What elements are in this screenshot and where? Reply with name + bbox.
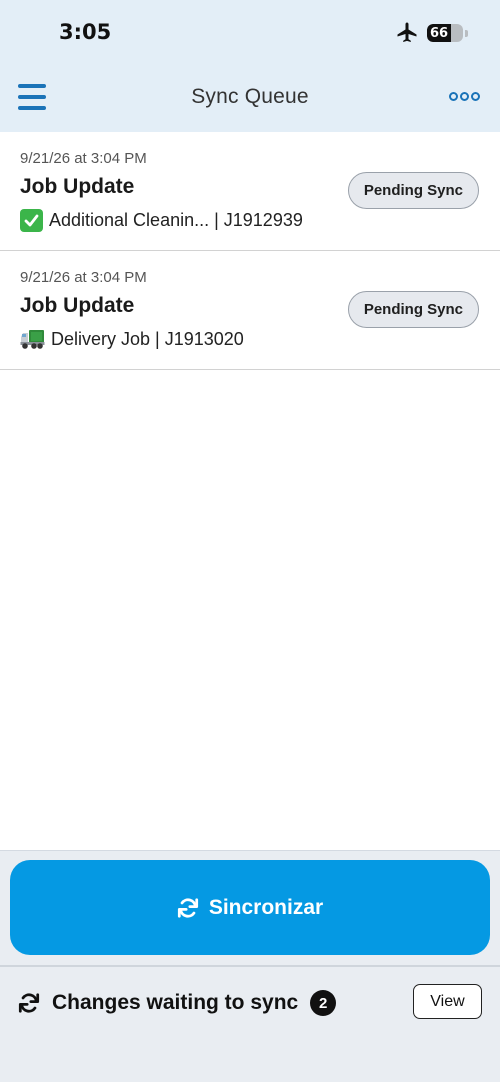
status-badge: Pending Sync (347, 291, 479, 328)
status-time: 3:05 (59, 20, 112, 44)
item-title: Job Update (20, 175, 135, 198)
sync-icon (177, 897, 198, 918)
page-title: Sync Queue (191, 85, 309, 108)
more-options-icon[interactable] (449, 92, 480, 101)
battery-indicator: 66 (427, 24, 463, 42)
sync-status-row: Changes waiting to sync 2 View (18, 984, 482, 1019)
delivery-truck-icon (20, 330, 45, 349)
list-item[interactable]: 9/21/26 at 3:04 PM Job Update Additional… (0, 132, 500, 251)
sync-button[interactable]: Sincronizar (10, 860, 490, 955)
item-subtitle: Delivery Job | J1913020 (51, 328, 244, 349)
sync-status-text: Changes waiting to sync (52, 991, 299, 1014)
battery-level: 66 (430, 25, 449, 41)
sync-button-label: Sincronizar (208, 895, 324, 919)
divider (0, 965, 500, 967)
top-bar: 3:05 66 Sync Queue (0, 0, 500, 132)
battery-tip (465, 29, 468, 37)
status-icons: 66 (395, 21, 468, 45)
item-subtitle: Additional Cleanin... | J1912939 (49, 210, 303, 230)
item-subtitle-row: Delivery Job | J1913020 (20, 328, 244, 350)
list-item[interactable]: 9/21/26 at 3:04 PM Job Update Delivery J… (0, 251, 500, 370)
sync-icon (18, 993, 40, 1013)
item-date: 9/21/26 at 3:04 PM (20, 150, 147, 167)
item-date: 9/21/26 at 3:04 PM (20, 269, 147, 286)
status-badge: Pending Sync (347, 172, 479, 209)
item-title: Job Update (20, 294, 135, 317)
check-mark-icon (20, 209, 43, 232)
sync-queue-list: 9/21/26 at 3:04 PM Job Update Additional… (0, 132, 500, 370)
nav-bar: Sync Queue (0, 72, 500, 122)
view-button[interactable]: View (413, 984, 482, 1019)
airplane-icon (397, 22, 417, 42)
item-subtitle-row: Additional Cleanin... | J1912939 (20, 209, 303, 232)
pending-count-badge: 2 (310, 990, 337, 1016)
